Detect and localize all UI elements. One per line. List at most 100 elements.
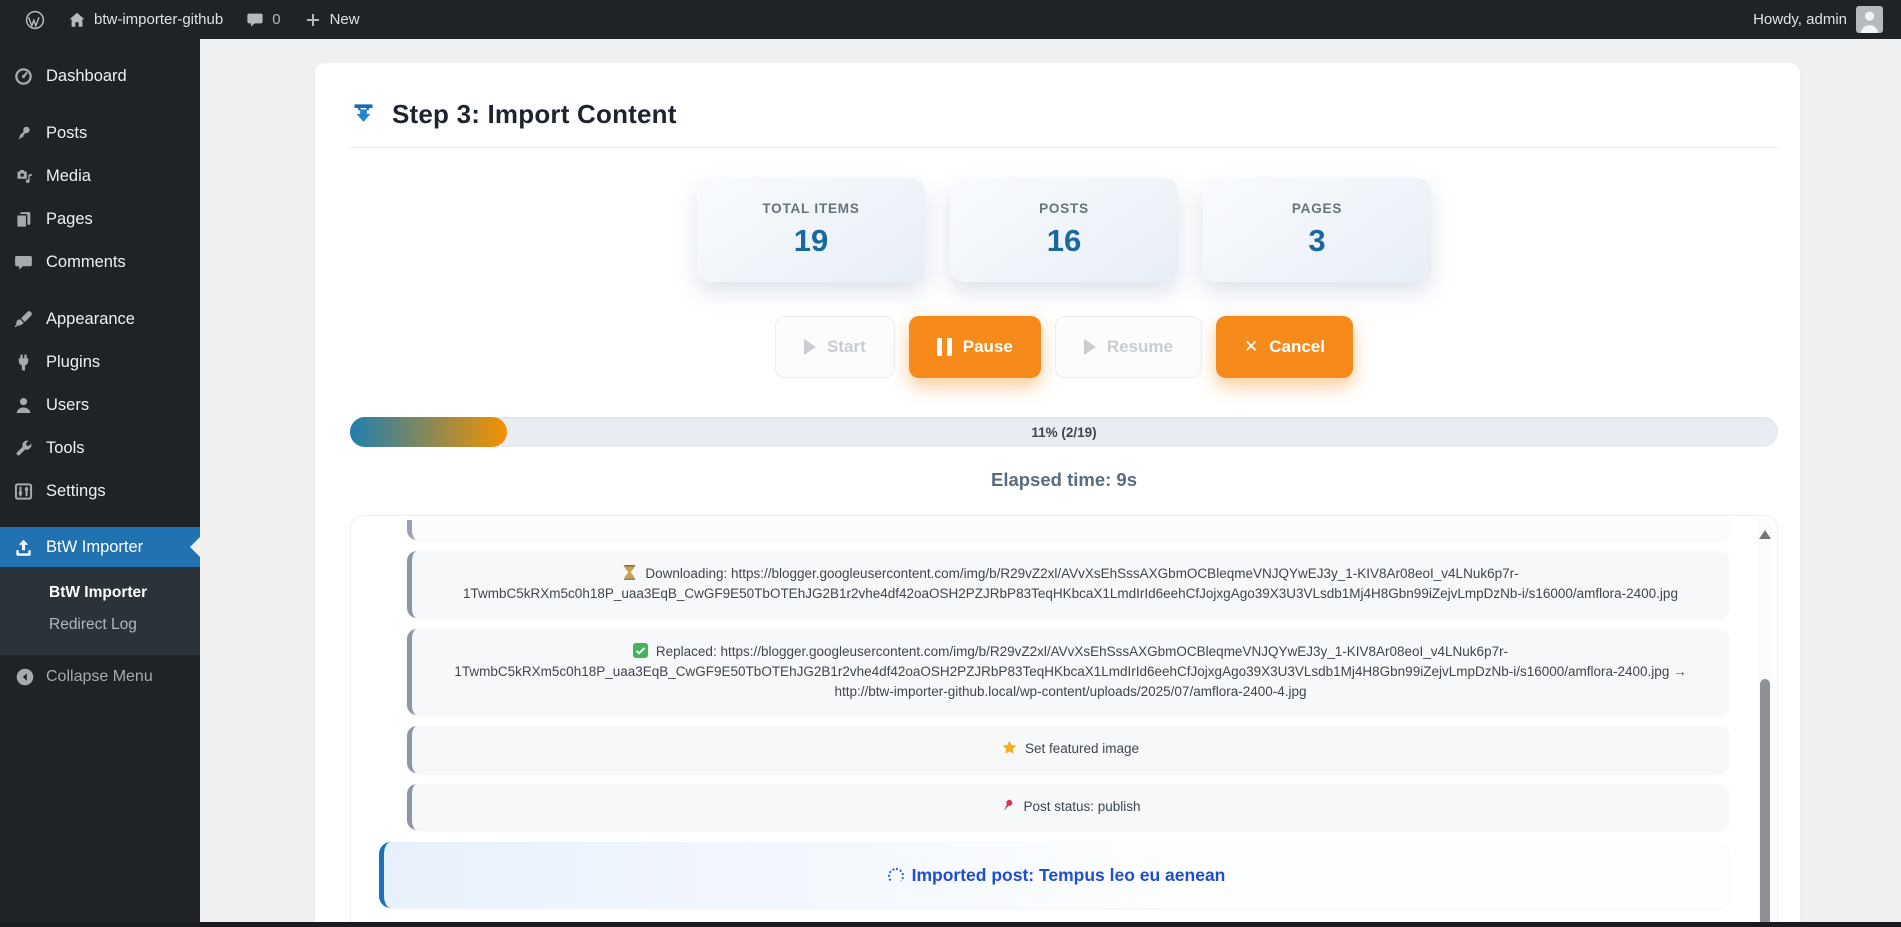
settings-icon xyxy=(14,483,33,500)
resume-button[interactable]: Resume xyxy=(1054,316,1202,378)
media-icon xyxy=(17,169,32,184)
button-label: Start xyxy=(827,337,866,356)
log-entries: Downloading: https://blogger.googleuserc… xyxy=(351,520,1777,908)
log-scrollbar[interactable] xyxy=(1758,519,1772,927)
log-entry-text: Imported post: Tempus leo eu aenean xyxy=(911,864,1226,885)
stat-card-pages: PAGES 3 xyxy=(1203,178,1431,282)
comment-bubble-icon xyxy=(247,13,263,27)
card-header: Step 3: Import Content xyxy=(350,63,1778,131)
sidebar-item-label: BtW Importer xyxy=(46,537,144,556)
x-icon: ✕ xyxy=(1243,337,1259,356)
sidebar-item-pages[interactable]: Pages xyxy=(0,198,200,241)
scroll-thumb[interactable] xyxy=(1760,679,1770,927)
sidebar-item-appearance[interactable]: Appearance xyxy=(0,298,200,341)
importer-card: Step 3: Import Content TOTAL ITEMS 19 POST… xyxy=(315,63,1800,927)
user-avatar-icon xyxy=(1856,6,1883,33)
button-label: Resume xyxy=(1106,337,1173,356)
sidebar-menu: Dashboard Posts Media Pages Comments Appearan… xyxy=(0,39,200,567)
stat-label: TOTAL ITEMS xyxy=(762,201,860,216)
log-panel: Downloading: https://blogger.googleuserc… xyxy=(350,515,1778,927)
howdy-text[interactable]: Howdy, admin xyxy=(1753,11,1847,28)
progress-label: 11% (2/19) xyxy=(1031,424,1097,440)
sidebar-item-label: Settings xyxy=(46,482,106,500)
log-entry-text: Post status: publish xyxy=(1023,798,1141,814)
button-label: Cancel xyxy=(1269,337,1325,356)
progress-bar: 11% (2/19) xyxy=(350,417,1778,447)
collapse-arrow-icon xyxy=(16,668,34,686)
hourglass-icon xyxy=(624,565,636,580)
stats-row: TOTAL ITEMS 19 POSTS 16 PAGES 3 xyxy=(350,178,1778,282)
log-entry: Post status: publish xyxy=(407,783,1729,830)
log-entry: Downloading: https://blogger.googleuserc… xyxy=(407,551,1729,618)
log-entry: Replaced: https://blogger.googleusercont… xyxy=(407,628,1729,716)
sidebar-item-dashboard[interactable]: Dashboard xyxy=(0,55,200,98)
stat-value: 16 xyxy=(1046,223,1082,258)
pushpin-icon xyxy=(18,126,30,140)
users-icon xyxy=(16,398,31,414)
sidebar-item-label: Dashboard xyxy=(46,67,127,85)
sidebar-item-label: Posts xyxy=(46,124,88,142)
collapse-menu-label: Collapse Menu xyxy=(46,668,153,685)
star-icon xyxy=(1002,741,1017,754)
sidebar-item-label: Media xyxy=(46,167,91,185)
stat-value: 19 xyxy=(793,223,829,258)
log-entry-current: Imported post: Tempus leo eu aenean xyxy=(379,841,1729,908)
pause-icon xyxy=(936,338,952,356)
play-icon xyxy=(1083,339,1096,355)
comments-count: 0 xyxy=(272,11,281,28)
button-label: Pause xyxy=(962,337,1013,356)
sidebar-item-label: Appearance xyxy=(46,310,135,328)
sidebar-item-tools[interactable]: Tools xyxy=(0,427,200,470)
sidebar-item-label: Pages xyxy=(46,210,93,228)
appearance-brush-icon xyxy=(14,311,32,328)
import-icon xyxy=(354,103,373,122)
stat-label: POSTS xyxy=(1039,201,1089,216)
pause-button[interactable]: Pause xyxy=(908,316,1041,378)
log-entry-partial xyxy=(407,520,1729,540)
elapsed-time: Elapsed time: 9s xyxy=(990,469,1137,490)
importer-upload-icon xyxy=(16,539,31,556)
stat-value: 3 xyxy=(1308,223,1326,258)
site-link[interactable]: btw-importer-github xyxy=(56,0,234,39)
start-button[interactable]: Start xyxy=(775,316,895,378)
sidebar-item-users[interactable]: Users xyxy=(0,384,200,427)
cancel-button[interactable]: ✕ Cancel xyxy=(1215,316,1353,378)
sidebar-item-posts[interactable]: Posts xyxy=(0,112,200,155)
sidebar-item-media[interactable]: Media xyxy=(0,155,200,198)
sidebar-item-label: Comments xyxy=(46,253,126,271)
pin-icon xyxy=(1004,799,1013,811)
new-menu[interactable]: New xyxy=(292,0,371,39)
comments-indicator[interactable]: 0 xyxy=(234,0,291,39)
dashboard-icon xyxy=(15,68,32,85)
plus-icon xyxy=(306,13,319,26)
sidebar-item-label: Plugins xyxy=(46,353,101,371)
collapse-menu-button[interactable]: Collapse Menu xyxy=(0,655,200,687)
stat-card-total-items: TOTAL ITEMS 19 xyxy=(697,178,925,282)
sidebar-item-label: Users xyxy=(46,396,90,414)
tools-wrench-icon xyxy=(16,440,32,456)
sidebar-item-btw-importer[interactable]: BtW Importer xyxy=(0,527,200,567)
avatar[interactable] xyxy=(1856,6,1883,33)
sidebar-item-comments[interactable]: Comments xyxy=(0,241,200,284)
sidebar-item-settings[interactable]: Settings xyxy=(0,470,200,513)
content-area: Step 3: Import Content TOTAL ITEMS 19 POST… xyxy=(200,39,1901,927)
wordpress-logo[interactable] xyxy=(14,0,56,39)
submenu-item-redirect-log[interactable]: Redirect Log xyxy=(0,609,200,641)
wordpress-icon xyxy=(25,10,45,29)
check-icon xyxy=(632,642,648,658)
spinner-icon xyxy=(887,867,904,884)
sidebar-item-plugins[interactable]: Plugins xyxy=(0,341,200,384)
submenu-item-btw-importer[interactable]: BtW Importer xyxy=(0,577,200,609)
comments-icon xyxy=(15,255,32,270)
stat-card-posts: POSTS 16 xyxy=(950,178,1178,282)
log-entry-text: Set featured image xyxy=(1024,741,1140,757)
stat-label: PAGES xyxy=(1291,201,1343,216)
scroll-up-arrow-icon[interactable] xyxy=(1759,524,1771,539)
divider xyxy=(350,147,1778,148)
plugins-icon xyxy=(18,354,29,371)
sidebar: Dashboard Posts Media Pages Comments Appearan… xyxy=(0,39,200,927)
wordpress-admin: btw-importer-github 0 New Howdy, admin D… xyxy=(0,0,1901,927)
site-name: btw-importer-github xyxy=(94,11,224,28)
log-entry: Set featured image xyxy=(407,726,1729,773)
play-icon xyxy=(804,339,817,355)
